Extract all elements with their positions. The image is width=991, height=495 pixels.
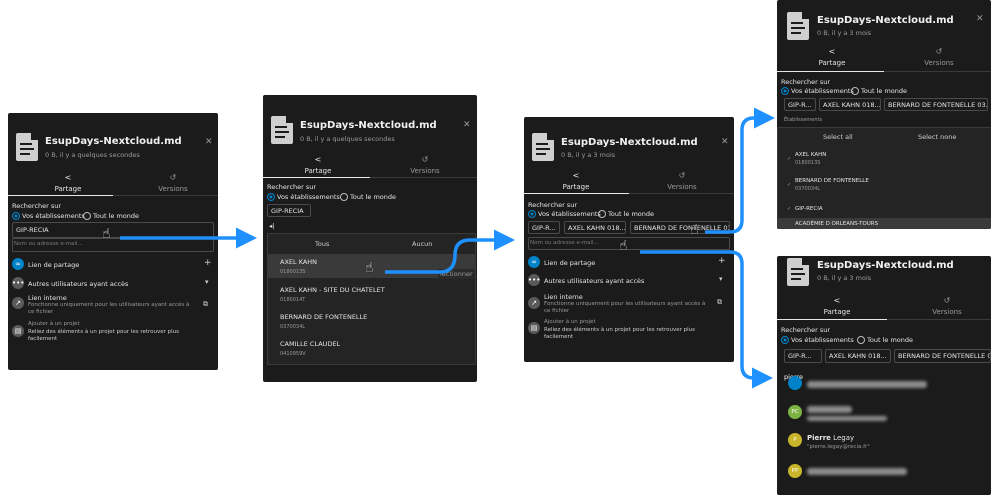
arrow-3 [705,107,775,234]
hand-cursor-icon: ☝ [102,226,111,242]
hand-cursor-icon: ☝ [690,222,699,238]
arrow-2 [385,229,515,274]
hand-cursor-icon: ☝ [365,260,374,276]
flow-arrows [120,107,775,389]
arrow-4 [640,250,773,389]
hand-cursor-icon: ☝ [619,238,628,254]
